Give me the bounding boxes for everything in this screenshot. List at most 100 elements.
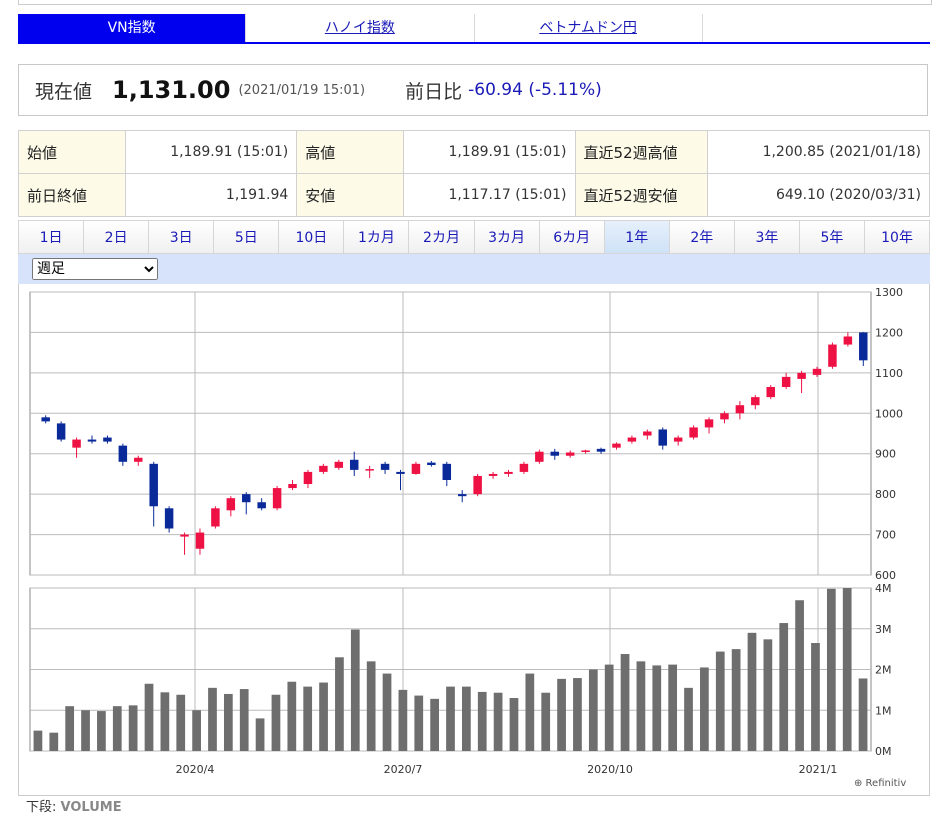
- candle-body: [643, 431, 652, 436]
- tab-vn-index[interactable]: VN指数: [18, 14, 247, 42]
- refinitiv-credit: ⊕ Refinitiv: [854, 778, 906, 789]
- volume-bar: [763, 639, 773, 751]
- volume-bar: [652, 665, 662, 751]
- x-tick-label: 2020/4: [176, 763, 215, 776]
- candle-body: [411, 463, 421, 474]
- period-button[interactable]: 10年: [864, 220, 931, 254]
- volume-bar: [588, 669, 598, 751]
- current-price-value: 1,131.00: [112, 76, 231, 104]
- price-y-tick: 1100: [875, 367, 903, 380]
- volume-bar: [350, 629, 360, 751]
- period-button[interactable]: 3年: [733, 220, 799, 254]
- volume-bar: [636, 661, 646, 751]
- prev-close-label: 前日終値: [18, 173, 126, 217]
- volume-bar: [65, 706, 75, 751]
- price-y-tick: 600: [875, 569, 896, 582]
- volume-y-tick: 4M: [875, 582, 892, 595]
- price-panel-frame: [29, 291, 872, 576]
- volume-bar: [430, 698, 439, 751]
- candle-body: [195, 532, 205, 549]
- period-button[interactable]: 6カ月: [538, 220, 604, 254]
- period-button[interactable]: 10日: [278, 220, 344, 254]
- volume-bar: [49, 732, 59, 751]
- volume-bar: [525, 673, 535, 751]
- volume-bar: [541, 692, 551, 751]
- volume-bar: [477, 691, 487, 751]
- volume-bar: [858, 678, 868, 751]
- price-y-tick: 1200: [875, 326, 903, 339]
- period-button[interactable]: 1日: [18, 220, 84, 254]
- period-button[interactable]: 1年: [603, 220, 669, 254]
- market-tabs: VN指数 ハノイ指数 ベトナムドン円: [18, 14, 930, 44]
- candle-body: [349, 459, 359, 470]
- candle-body: [41, 417, 50, 422]
- candle-body: [751, 397, 760, 406]
- candle-body: [843, 336, 853, 345]
- volume-bar: [842, 588, 852, 751]
- volume-bar: [509, 698, 519, 751]
- candle-body: [149, 463, 158, 507]
- volume-y-tick: 0M: [875, 745, 892, 758]
- volume-bar: [382, 673, 392, 751]
- open-value: 1,189.91 (15:01): [124, 130, 298, 174]
- candle-body: [242, 494, 251, 503]
- high52-value: 1,200.85 (2021/01/18): [706, 130, 931, 174]
- candle-body: [565, 452, 575, 456]
- x-tick-label: 2020/10: [587, 763, 633, 776]
- candle-body: [812, 368, 822, 375]
- period-button[interactable]: 3日: [148, 220, 214, 254]
- candle-body: [735, 405, 745, 414]
- x-tick-label: 2020/7: [384, 763, 423, 776]
- candle-body: [396, 471, 405, 474]
- candle-body: [427, 462, 436, 466]
- period-button[interactable]: 2日: [83, 220, 149, 254]
- interval-select[interactable]: 週足: [32, 258, 158, 280]
- tab-hanoi-index[interactable]: ハノイ指数: [246, 14, 475, 42]
- price-volume-chart: 1300 1200 1100 1000 900 800 700 6004M 3M 2M 1M 0M 20…: [29, 286, 906, 789]
- change-value: -60.94 (-5.11%): [468, 80, 602, 100]
- volume-bar: [223, 693, 233, 751]
- period-button[interactable]: 1カ月: [343, 220, 409, 254]
- period-button[interactable]: 3カ月: [473, 220, 539, 254]
- volume-bar: [604, 664, 614, 751]
- tab-spacer: [703, 14, 930, 42]
- change-label: 前日比: [405, 80, 463, 103]
- price-y-tick: 1000: [875, 407, 903, 420]
- footnote-volume-label: VOLUME: [60, 800, 122, 815]
- candle-body: [550, 451, 560, 456]
- volume-bar: [303, 686, 313, 751]
- prev-close-value: 1,191.94: [124, 173, 298, 217]
- volume-bar: [573, 678, 582, 751]
- candle-body: [473, 475, 482, 495]
- tab-vnd-jpy[interactable]: ベトナムドン円: [475, 14, 703, 42]
- candle-body: [118, 445, 128, 462]
- period-button[interactable]: 5日: [213, 220, 279, 254]
- candle-body: [334, 461, 344, 468]
- period-button[interactable]: 2カ月: [408, 220, 474, 254]
- volume-bar: [684, 687, 693, 751]
- candle-body: [457, 494, 467, 497]
- candle-body: [535, 451, 544, 462]
- volume-bar: [462, 686, 471, 751]
- low-value: 1,117.17 (15:01): [403, 173, 576, 217]
- volume-bar: [81, 710, 90, 751]
- volume-bar: [366, 661, 376, 751]
- volume-bar: [715, 651, 725, 751]
- candle-body: [519, 463, 529, 472]
- volume-bar: [144, 683, 154, 751]
- period-button[interactable]: 5年: [798, 220, 865, 254]
- x-tick-label: 2021/1: [799, 763, 838, 776]
- price-summary: 現在値 1,131.00 (2021/01/19 15:01) 前日比 -60.…: [18, 64, 928, 116]
- candle-body: [87, 439, 97, 442]
- interval-bar: 週足: [18, 254, 930, 284]
- volume-bar: [208, 687, 217, 751]
- volume-bar: [668, 664, 678, 751]
- volume-bar: [97, 711, 106, 751]
- candle-body: [596, 448, 606, 452]
- volume-bar: [271, 694, 281, 751]
- period-button[interactable]: 2年: [668, 220, 734, 254]
- candle-body: [72, 439, 81, 448]
- price-y-tick: 1300: [875, 286, 903, 299]
- high-label: 高値: [296, 130, 405, 174]
- low52-value: 649.10 (2020/03/31): [706, 173, 931, 217]
